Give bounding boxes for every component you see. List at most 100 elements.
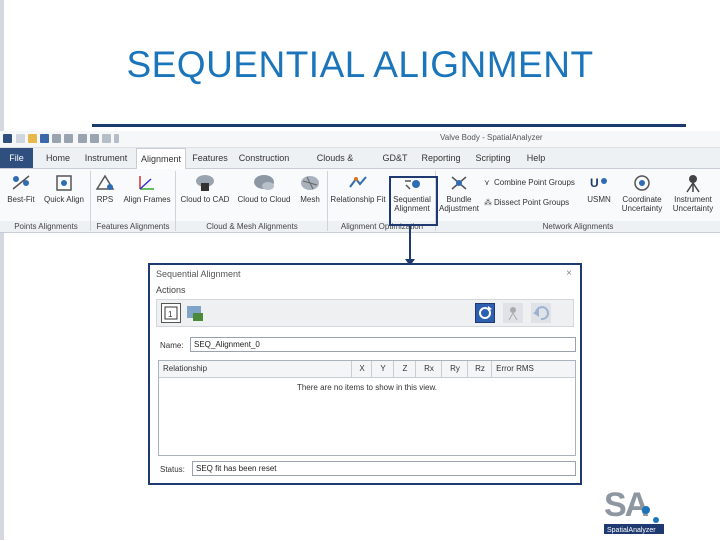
- qat-dropdown-icon[interactable]: [114, 134, 119, 143]
- coordinate-uncertainty-label: Coordinate Uncertainty: [621, 195, 663, 213]
- tab-gdt[interactable]: GD&T: [380, 148, 410, 168]
- cloud-to-cad-button[interactable]: Cloud to CAD: [179, 173, 231, 204]
- rps-label: RPS: [96, 195, 114, 204]
- undo-button[interactable]: [531, 303, 551, 323]
- dissect-point-groups-button[interactable]: ⁂ Dissect Point Groups: [484, 197, 569, 209]
- slide-title: SEQUENTIAL ALIGNMENT: [126, 44, 594, 85]
- column-x[interactable]: X: [351, 361, 372, 377]
- sequential-alignment-dialog: Sequential Alignment × Actions 1 Name: S…: [148, 263, 582, 485]
- sequential-alignment-highlight: [389, 176, 438, 226]
- dialog-title: Sequential Alignment: [156, 269, 241, 279]
- close-icon[interactable]: ×: [566, 268, 572, 279]
- coordinate-uncertainty-button[interactable]: Coordinate Uncertainty: [618, 173, 666, 213]
- best-fit-label: Best-Fit: [7, 195, 35, 204]
- instrument-uncertainty-button[interactable]: Instrument Uncertainty: [670, 173, 716, 213]
- open-icon[interactable]: [28, 134, 37, 143]
- bundle-adjustment-icon: [448, 173, 470, 193]
- instrument-icon: [508, 307, 518, 321]
- best-fit-icon: [10, 173, 32, 193]
- group-cloud-mesh-alignments: Cloud & Mesh Alignments: [206, 222, 298, 231]
- instrument-uncertainty-label: Instrument Uncertainty: [672, 195, 714, 213]
- cloud-to-cloud-icon: [253, 173, 275, 193]
- quick-access-toolbar: Valve Body - SpatialAnalyzer: [0, 131, 720, 148]
- tab-clouds-surfaces[interactable]: Clouds & Surfaces: [298, 148, 372, 183]
- combine-point-groups-button[interactable]: ⋎ Combine Point Groups: [484, 177, 575, 189]
- ribbon-tools: Best-Fit Quick Align RPS Align Frames Cl…: [0, 169, 720, 221]
- usmn-button[interactable]: U USMN: [584, 173, 614, 204]
- rps-icon: [94, 173, 116, 193]
- relationship-fit-button[interactable]: Relationship Fit: [330, 173, 386, 204]
- add-relationship-button[interactable]: 1: [161, 303, 181, 323]
- column-error-rms[interactable]: Error RMS: [491, 361, 538, 377]
- column-rx[interactable]: Rx: [415, 361, 442, 377]
- align-frames-button[interactable]: Align Frames: [122, 173, 172, 204]
- best-fit-button[interactable]: Best-Fit: [3, 173, 39, 204]
- empty-table-message: There are no items to show in this view.: [296, 383, 438, 392]
- column-relationship[interactable]: Relationship: [159, 361, 351, 377]
- app-icon: [3, 134, 12, 143]
- tab-file[interactable]: File: [0, 148, 33, 168]
- undo-icon[interactable]: [52, 134, 61, 143]
- relationship-fit-icon: [347, 173, 369, 193]
- combine-icon: ⋎: [484, 178, 490, 187]
- quick-align-button[interactable]: Quick Align: [42, 173, 86, 204]
- name-label: Name:: [160, 341, 184, 350]
- bundle-adjustment-button[interactable]: Bundle Adjustment: [438, 173, 480, 213]
- group-points-alignments: Points Alignments: [14, 222, 78, 231]
- ribbon: Valve Body - SpatialAnalyzer File Home I…: [0, 131, 720, 233]
- svg-text:SpatialAnalyzer: SpatialAnalyzer: [607, 527, 656, 534]
- mesh-label: Mesh: [300, 195, 320, 204]
- group-divider: [90, 171, 91, 231]
- dissect-icon: ⁂: [484, 198, 492, 207]
- group-divider: [327, 171, 328, 231]
- save-icon[interactable]: [40, 134, 49, 143]
- instrument-button[interactable]: [503, 303, 523, 323]
- target-icon[interactable]: [90, 134, 99, 143]
- usmn-icon: U: [588, 173, 610, 193]
- actions-toolbar: 1: [156, 299, 574, 327]
- mesh-icon: [299, 173, 321, 193]
- mesh-button[interactable]: Mesh: [297, 173, 323, 204]
- new-icon[interactable]: [16, 134, 25, 143]
- tab-instrument[interactable]: Instrument: [82, 148, 130, 168]
- relationships-table[interactable]: Relationship X Y Z Rx Ry Rz Error RMS Th…: [158, 360, 576, 456]
- minimize-icon[interactable]: [102, 134, 111, 143]
- svg-text:SA: SA: [604, 486, 649, 524]
- measure-icon[interactable]: [78, 134, 87, 143]
- tab-features[interactable]: Features: [190, 148, 230, 168]
- cloud-to-cad-icon: [194, 173, 216, 193]
- status-label: Status:: [160, 465, 185, 474]
- column-rz[interactable]: Rz: [467, 361, 492, 377]
- import-icon: [187, 306, 203, 321]
- title-underline: [92, 124, 686, 127]
- group-network-alignments: Network Alignments: [542, 222, 614, 231]
- table-header: Relationship X Y Z Rx Ry Rz Error RMS: [159, 361, 575, 378]
- quick-align-label: Quick Align: [43, 195, 85, 204]
- tab-reporting[interactable]: Reporting: [418, 148, 464, 168]
- svg-text:1: 1: [168, 310, 173, 319]
- column-z[interactable]: Z: [393, 361, 416, 377]
- run-alignment-button[interactable]: [475, 303, 495, 323]
- redo-icon[interactable]: [64, 134, 73, 143]
- tab-scripting[interactable]: Scripting: [470, 148, 516, 168]
- tab-help[interactable]: Help: [522, 148, 550, 168]
- coordinate-uncertainty-icon: [631, 173, 653, 193]
- window-title: Valve Body - SpatialAnalyzer: [440, 133, 543, 142]
- bundle-adjustment-label: Bundle Adjustment: [439, 195, 480, 213]
- align-frames-label: Align Frames: [123, 195, 171, 204]
- cloud-to-cloud-button[interactable]: Cloud to Cloud: [236, 173, 292, 204]
- relationship-fit-label: Relationship Fit: [330, 195, 386, 204]
- tab-construction[interactable]: Construction: [238, 148, 290, 168]
- tab-home[interactable]: Home: [40, 148, 76, 168]
- tab-alignment[interactable]: Alignment: [136, 148, 186, 170]
- group-features-alignments: Features Alignments: [96, 222, 170, 231]
- status-field: SEQ fit has been reset: [192, 461, 576, 476]
- column-y[interactable]: Y: [371, 361, 394, 377]
- combine-point-groups-label: Combine Point Groups: [494, 178, 575, 187]
- rps-button[interactable]: RPS: [92, 173, 118, 204]
- import-button[interactable]: [185, 303, 205, 323]
- column-ry[interactable]: Ry: [441, 361, 468, 377]
- name-input[interactable]: SEQ_Alignment_0: [190, 337, 576, 352]
- ribbon-tabs: File Home Instrument Alignment Features …: [0, 148, 720, 183]
- svg-text:U: U: [590, 176, 599, 190]
